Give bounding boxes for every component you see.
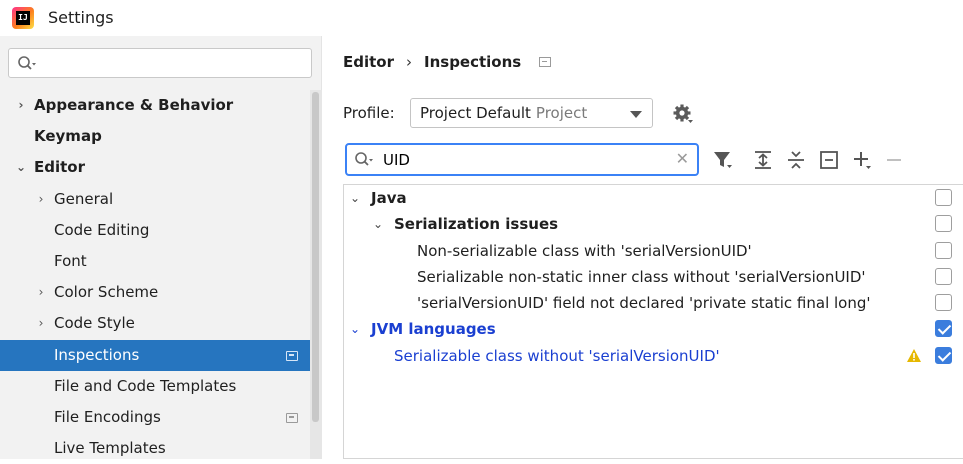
- sidebar-item-label: Live Templates: [54, 439, 166, 458]
- inspection-label: 'serialVersionUID' field not declared 'p…: [417, 294, 871, 313]
- chevron-down-icon[interactable]: ⌄: [348, 185, 362, 211]
- sidebar-item-label: Keymap: [34, 127, 102, 146]
- inspection-row[interactable]: Serializable non-static inner class with…: [344, 264, 963, 290]
- sidebar-item-editor[interactable]: ⌄ Editor: [0, 152, 310, 183]
- breadcrumb-separator: ›: [406, 53, 412, 71]
- inspection-row[interactable]: ⌄ Java: [344, 185, 963, 211]
- filter-icon[interactable]: [712, 149, 734, 171]
- sidebar-item-file-encodings[interactable]: File Encodings: [0, 402, 310, 433]
- project-scope-icon: [286, 412, 298, 423]
- inspection-row[interactable]: Non-serializable class with 'serialVersi…: [344, 238, 963, 264]
- inspection-row[interactable]: ⌄ JVM languages: [344, 316, 963, 342]
- sidebar-item-file-and-code-templates[interactable]: File and Code Templates: [0, 371, 310, 402]
- add-icon[interactable]: [851, 149, 873, 171]
- title-bar: IJ Settings: [0, 0, 963, 36]
- sidebar-item-label: Inspections: [54, 345, 140, 364]
- inspection-label: Serialization issues: [394, 215, 559, 234]
- inspection-checkbox[interactable]: [935, 241, 952, 259]
- inspection-row[interactable]: ⌄ Serialization issues: [344, 211, 963, 237]
- remove-icon[interactable]: [884, 149, 906, 171]
- chevron-down-icon[interactable]: ⌄: [348, 316, 362, 342]
- project-scope-icon: [539, 57, 552, 67]
- sidebar-item-general[interactable]: › General: [0, 184, 310, 215]
- sidebar-item-color-scheme[interactable]: › Color Scheme: [0, 277, 310, 308]
- inspection-checkbox[interactable]: [935, 267, 952, 285]
- sidebar-item-code-style[interactable]: › Code Style: [0, 308, 310, 339]
- sidebar-item-code-editing[interactable]: Code Editing: [0, 215, 310, 246]
- breadcrumb-parent[interactable]: Editor: [343, 53, 394, 71]
- clear-icon[interactable]: ✕: [676, 149, 689, 168]
- inspection-row[interactable]: Serializable class without 'serialVersio…: [344, 343, 963, 369]
- search-icon: [18, 56, 36, 70]
- sidebar-item-label: Font: [54, 251, 87, 270]
- sidebar-item-font[interactable]: Font: [0, 246, 310, 277]
- inspection-filter-input[interactable]: [381, 149, 671, 171]
- inspection-filter-field[interactable]: ✕: [345, 143, 699, 176]
- sidebar-item-label: Code Editing: [54, 220, 150, 239]
- inspection-checkbox[interactable]: [935, 320, 952, 338]
- settings-search-field[interactable]: [8, 48, 312, 78]
- chevron-down-icon[interactable]: ⌄: [14, 152, 28, 183]
- reset-to-default-icon[interactable]: [818, 149, 840, 171]
- project-scope-icon: [286, 350, 298, 361]
- sidebar-item-label: Appearance & Behavior: [34, 96, 234, 114]
- inspection-checkbox[interactable]: [935, 189, 952, 206]
- sidebar-item-label: Editor: [34, 158, 85, 177]
- sidebar-item-keymap[interactable]: Keymap: [0, 121, 310, 152]
- chevron-right-icon[interactable]: ›: [34, 308, 48, 339]
- sidebar-item-label: Code Style: [54, 314, 135, 333]
- collapse-all-icon[interactable]: [785, 149, 807, 171]
- inspection-label: JVM languages: [371, 320, 496, 339]
- settings-tree: › Appearance & Behavior Keymap ⌄ Editor › Gene…: [0, 90, 310, 464]
- inspection-tree: ⌄ Java ⌄ Serialization issues Non-serializab…: [343, 184, 963, 459]
- inspection-label: Serializable class without 'serialVersio…: [394, 346, 720, 365]
- inspection-row[interactable]: 'serialVersionUID' field not declared 'p…: [344, 290, 963, 316]
- gear-icon[interactable]: [672, 103, 694, 125]
- sidebar-item-appearance-behavior[interactable]: › Appearance & Behavior: [0, 90, 310, 121]
- sidebar-item-label: File Encodings: [54, 407, 161, 426]
- inspection-label: Java: [371, 189, 407, 207]
- profile-dropdown[interactable]: Project Default Project: [410, 98, 653, 128]
- inspections-panel: Editor › Inspections Profile: Project De…: [323, 36, 963, 459]
- warning-icon: [907, 348, 921, 362]
- app-icon-text: IJ: [16, 11, 30, 25]
- profile-scope: Project: [535, 104, 588, 122]
- sidebar-item-label: File and Code Templates: [54, 376, 237, 395]
- sidebar-item-label: Color Scheme: [54, 283, 159, 302]
- sidebar-scrollbar-thumb[interactable]: [312, 92, 319, 422]
- chevron-right-icon[interactable]: ›: [14, 90, 28, 121]
- inspection-label: Non-serializable class with 'serialVersi…: [417, 241, 752, 260]
- intellij-app-icon: IJ: [12, 7, 34, 29]
- inspection-checkbox[interactable]: [935, 215, 952, 233]
- inspection-label: Serializable non-static inner class with…: [417, 267, 866, 286]
- expand-all-icon[interactable]: [752, 149, 774, 171]
- sidebar-item-live-templates[interactable]: Live Templates: [0, 433, 310, 464]
- breadcrumb-current: Inspections: [424, 53, 522, 71]
- sidebar-scrollbar[interactable]: [310, 90, 322, 459]
- chevron-right-icon[interactable]: ›: [34, 277, 48, 308]
- profile-value: Project Default: [420, 104, 531, 122]
- window-title: Settings: [48, 8, 114, 27]
- chevron-right-icon[interactable]: ›: [34, 184, 48, 215]
- sidebar-item-label: General: [54, 189, 114, 208]
- breadcrumb: Editor › Inspections: [343, 53, 552, 71]
- settings-sidebar: › Appearance & Behavior Keymap ⌄ Editor › Gene…: [0, 36, 322, 459]
- chevron-down-icon[interactable]: ⌄: [371, 211, 385, 237]
- inspection-checkbox[interactable]: [935, 346, 952, 364]
- chevron-down-icon: [630, 111, 642, 118]
- profile-label: Profile:: [343, 104, 395, 122]
- sidebar-item-inspections[interactable]: Inspections: [0, 339, 310, 371]
- inspection-checkbox[interactable]: [935, 294, 952, 312]
- settings-search-input[interactable]: [43, 52, 303, 74]
- search-icon: [355, 152, 373, 166]
